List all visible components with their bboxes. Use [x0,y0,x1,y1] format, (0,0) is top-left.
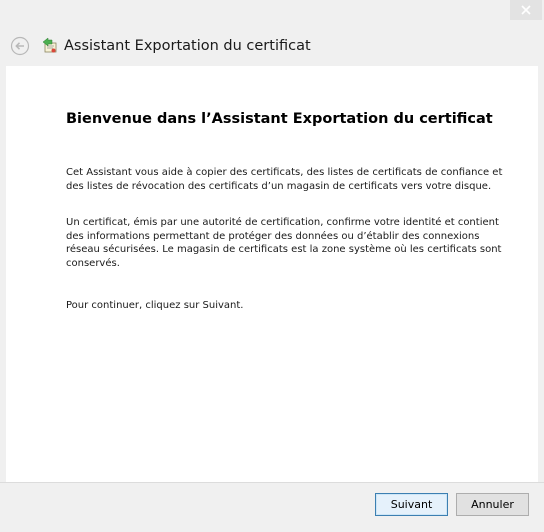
wizard-title: Assistant Exportation du certificat [64,38,311,54]
cancel-button[interactable]: Annuler [456,493,529,516]
next-button[interactable]: Suivant [375,493,448,516]
close-button[interactable] [510,0,542,20]
certificate-export-icon [41,37,59,55]
page-heading: Bienvenue dans l’Assistant Exportation d… [66,111,493,127]
certificate-info-paragraph: Un certificat, émis par une autorité de … [66,217,502,269]
close-icon [521,5,531,15]
wizard-content: Bienvenue dans l’Assistant Exportation d… [6,66,538,482]
back-arrow-icon [10,36,30,60]
intro-paragraph: Cet Assistant vous aide à copier des cer… [66,167,503,192]
back-button[interactable] [10,36,30,56]
title-bar [0,0,544,28]
continue-instruction: Pour continuer, cliquez sur Suivant. [66,300,244,311]
